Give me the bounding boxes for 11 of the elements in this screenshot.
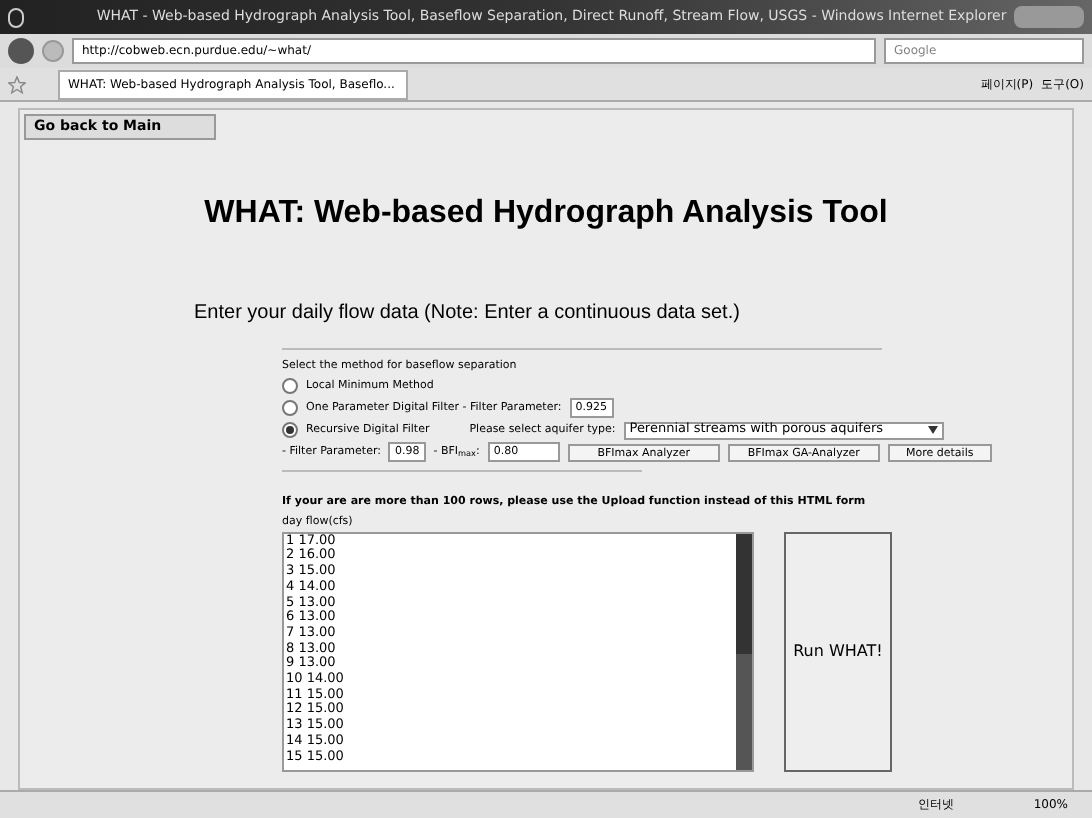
browser-icon <box>8 7 25 27</box>
instruction-text: Enter your daily flow data (Note: Enter a continuous data set.) <box>194 300 742 328</box>
star-icon[interactable] <box>8 75 26 93</box>
radio-button[interactable] <box>282 422 298 439</box>
scrollbar[interactable] <box>736 533 752 770</box>
caret-icon <box>927 426 938 435</box>
radio-button[interactable] <box>282 400 298 417</box>
run-button[interactable]: Run WHAT! <box>784 531 892 772</box>
radio-button[interactable] <box>282 378 298 395</box>
page-heading: WHAT: Web-based Hydrograph Analysis Tool <box>202 194 890 234</box>
back-icon[interactable] <box>8 38 34 64</box>
